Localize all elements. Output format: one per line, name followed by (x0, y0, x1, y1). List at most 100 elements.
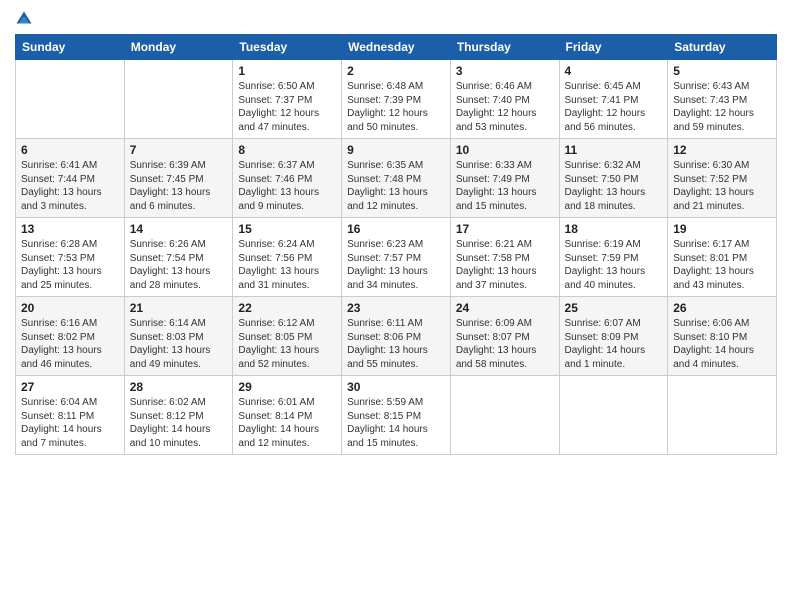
day-info: Sunrise: 6:12 AM Sunset: 8:05 PM Dayligh… (238, 317, 336, 371)
day-info: Sunrise: 6:50 AM Sunset: 7:37 PM Dayligh… (238, 80, 336, 134)
page: SundayMondayTuesdayWednesdayThursdayFrid… (0, 0, 792, 612)
day-cell: 8Sunrise: 6:37 AM Sunset: 7:46 PM Daylig… (233, 139, 342, 218)
day-info: Sunrise: 5:59 AM Sunset: 8:15 PM Dayligh… (347, 396, 445, 450)
day-info: Sunrise: 6:14 AM Sunset: 8:03 PM Dayligh… (130, 317, 228, 371)
header (15, 10, 777, 28)
day-info: Sunrise: 6:24 AM Sunset: 7:56 PM Dayligh… (238, 238, 336, 292)
day-cell: 28 Sunrise: 6:02 AM Sunset: 8:12 PM Dayli… (124, 376, 233, 455)
day-cell: 2 Sunrise: 6:48 AM Sunset: 7:39 PM Daylig… (342, 60, 451, 139)
day-info: Sunrise: 6:28 AM Sunset: 7:53 PM Dayligh… (21, 238, 119, 292)
weekday-header-friday: Friday (559, 35, 668, 60)
day-number: 18 (565, 222, 663, 236)
day-number: 12 (673, 143, 771, 157)
day-cell: 29 Sunrise: 6:01 AM Sunset: 8:14 PM Dayli… (233, 376, 342, 455)
day-number: 23 (347, 301, 445, 315)
day-cell: 16 Sunrise: 6:23 AM Sunset: 7:57 PM Dayli… (342, 218, 451, 297)
day-cell: 5 Sunrise: 6:43 AM Sunset: 7:43 PM Daylig… (668, 60, 777, 139)
logo (15, 10, 35, 28)
day-info: Sunrise: 6:04 AM Sunset: 8:11 PM Dayligh… (21, 396, 119, 450)
day-info: Sunrise: 6:26 AM Sunset: 7:54 PM Dayligh… (130, 238, 228, 292)
weekday-header-saturday: Saturday (668, 35, 777, 60)
day-cell: 27 Sunrise: 6:04 AM Sunset: 8:11 PM Dayli… (16, 376, 125, 455)
day-cell: 17 Sunrise: 6:21 AM Sunset: 7:58 PM Dayli… (450, 218, 559, 297)
day-info: Sunrise: 6:16 AM Sunset: 8:02 PM Dayligh… (21, 317, 119, 371)
day-info: Sunrise: 6:23 AM Sunset: 7:57 PM Dayligh… (347, 238, 445, 292)
day-info: Sunrise: 6:17 AM Sunset: 8:01 PM Dayligh… (673, 238, 771, 292)
day-cell: 1Sunrise: 6:50 AM Sunset: 7:37 PM Daylig… (233, 60, 342, 139)
day-cell: 18 Sunrise: 6:19 AM Sunset: 7:59 PM Dayli… (559, 218, 668, 297)
day-cell (668, 376, 777, 455)
day-cell: 25 Sunrise: 6:07 AM Sunset: 8:09 PM Dayli… (559, 297, 668, 376)
day-cell: 23 Sunrise: 6:11 AM Sunset: 8:06 PM Dayli… (342, 297, 451, 376)
day-number: 13 (21, 222, 119, 236)
day-cell: 19Sunrise: 6:17 AM Sunset: 8:01 PM Dayli… (668, 218, 777, 297)
day-number: 30 (347, 380, 445, 394)
day-number: 21 (130, 301, 228, 315)
day-number: 6 (21, 143, 119, 157)
day-number: 2 (347, 64, 445, 78)
day-info: Sunrise: 6:43 AM Sunset: 7:43 PM Dayligh… (673, 80, 771, 134)
week-row-5: 27 Sunrise: 6:04 AM Sunset: 8:11 PM Dayli… (16, 376, 777, 455)
day-number: 29 (238, 380, 336, 394)
day-info: Sunrise: 6:01 AM Sunset: 8:14 PM Dayligh… (238, 396, 336, 450)
day-number: 11 (565, 143, 663, 157)
day-info: Sunrise: 6:21 AM Sunset: 7:58 PM Dayligh… (456, 238, 554, 292)
day-number: 7 (130, 143, 228, 157)
day-info: Sunrise: 6:46 AM Sunset: 7:40 PM Dayligh… (456, 80, 554, 134)
day-number: 3 (456, 64, 554, 78)
day-info: Sunrise: 6:35 AM Sunset: 7:48 PM Dayligh… (347, 159, 445, 213)
day-info: Sunrise: 6:11 AM Sunset: 8:06 PM Dayligh… (347, 317, 445, 371)
day-number: 27 (21, 380, 119, 394)
day-cell (124, 60, 233, 139)
day-number: 25 (565, 301, 663, 315)
day-info: Sunrise: 6:07 AM Sunset: 8:09 PM Dayligh… (565, 317, 663, 371)
day-info: Sunrise: 6:06 AM Sunset: 8:10 PM Dayligh… (673, 317, 771, 371)
day-number: 15 (238, 222, 336, 236)
day-number: 16 (347, 222, 445, 236)
day-cell: 3 Sunrise: 6:46 AM Sunset: 7:40 PM Daylig… (450, 60, 559, 139)
day-cell (450, 376, 559, 455)
week-row-2: 6Sunrise: 6:41 AM Sunset: 7:44 PM Daylig… (16, 139, 777, 218)
day-cell: 22 Sunrise: 6:12 AM Sunset: 8:05 PM Dayli… (233, 297, 342, 376)
day-info: Sunrise: 6:45 AM Sunset: 7:41 PM Dayligh… (565, 80, 663, 134)
weekday-header-thursday: Thursday (450, 35, 559, 60)
day-cell (559, 376, 668, 455)
day-info: Sunrise: 6:02 AM Sunset: 8:12 PM Dayligh… (130, 396, 228, 450)
day-cell: 12 Sunrise: 6:30 AM Sunset: 7:52 PM Dayli… (668, 139, 777, 218)
day-number: 26 (673, 301, 771, 315)
day-number: 8 (238, 143, 336, 157)
weekday-header-row: SundayMondayTuesdayWednesdayThursdayFrid… (16, 35, 777, 60)
day-info: Sunrise: 6:09 AM Sunset: 8:07 PM Dayligh… (456, 317, 554, 371)
week-row-1: 1Sunrise: 6:50 AM Sunset: 7:37 PM Daylig… (16, 60, 777, 139)
calendar-table: SundayMondayTuesdayWednesdayThursdayFrid… (15, 34, 777, 455)
week-row-3: 13 Sunrise: 6:28 AM Sunset: 7:53 PM Dayli… (16, 218, 777, 297)
day-cell: 4Sunrise: 6:45 AM Sunset: 7:41 PM Daylig… (559, 60, 668, 139)
day-info: Sunrise: 6:30 AM Sunset: 7:52 PM Dayligh… (673, 159, 771, 213)
weekday-header-tuesday: Tuesday (233, 35, 342, 60)
day-cell: 10Sunrise: 6:33 AM Sunset: 7:49 PM Dayli… (450, 139, 559, 218)
day-number: 24 (456, 301, 554, 315)
weekday-header-wednesday: Wednesday (342, 35, 451, 60)
day-cell: 21 Sunrise: 6:14 AM Sunset: 8:03 PM Dayli… (124, 297, 233, 376)
day-number: 17 (456, 222, 554, 236)
day-number: 5 (673, 64, 771, 78)
day-cell: 7 Sunrise: 6:39 AM Sunset: 7:45 PM Daylig… (124, 139, 233, 218)
day-info: Sunrise: 6:19 AM Sunset: 7:59 PM Dayligh… (565, 238, 663, 292)
day-cell: 26 Sunrise: 6:06 AM Sunset: 8:10 PM Dayli… (668, 297, 777, 376)
day-cell: 9Sunrise: 6:35 AM Sunset: 7:48 PM Daylig… (342, 139, 451, 218)
day-cell (16, 60, 125, 139)
day-info: Sunrise: 6:32 AM Sunset: 7:50 PM Dayligh… (565, 159, 663, 213)
day-info: Sunrise: 6:39 AM Sunset: 7:45 PM Dayligh… (130, 159, 228, 213)
weekday-header-sunday: Sunday (16, 35, 125, 60)
day-cell: 20 Sunrise: 6:16 AM Sunset: 8:02 PM Dayli… (16, 297, 125, 376)
day-number: 14 (130, 222, 228, 236)
day-number: 22 (238, 301, 336, 315)
day-cell: 30 Sunrise: 5:59 AM Sunset: 8:15 PM Dayli… (342, 376, 451, 455)
day-info: Sunrise: 6:33 AM Sunset: 7:49 PM Dayligh… (456, 159, 554, 213)
day-number: 20 (21, 301, 119, 315)
day-cell: 6Sunrise: 6:41 AM Sunset: 7:44 PM Daylig… (16, 139, 125, 218)
day-info: Sunrise: 6:48 AM Sunset: 7:39 PM Dayligh… (347, 80, 445, 134)
day-number: 28 (130, 380, 228, 394)
day-cell: 15 Sunrise: 6:24 AM Sunset: 7:56 PM Dayli… (233, 218, 342, 297)
day-cell: 11 Sunrise: 6:32 AM Sunset: 7:50 PM Dayli… (559, 139, 668, 218)
